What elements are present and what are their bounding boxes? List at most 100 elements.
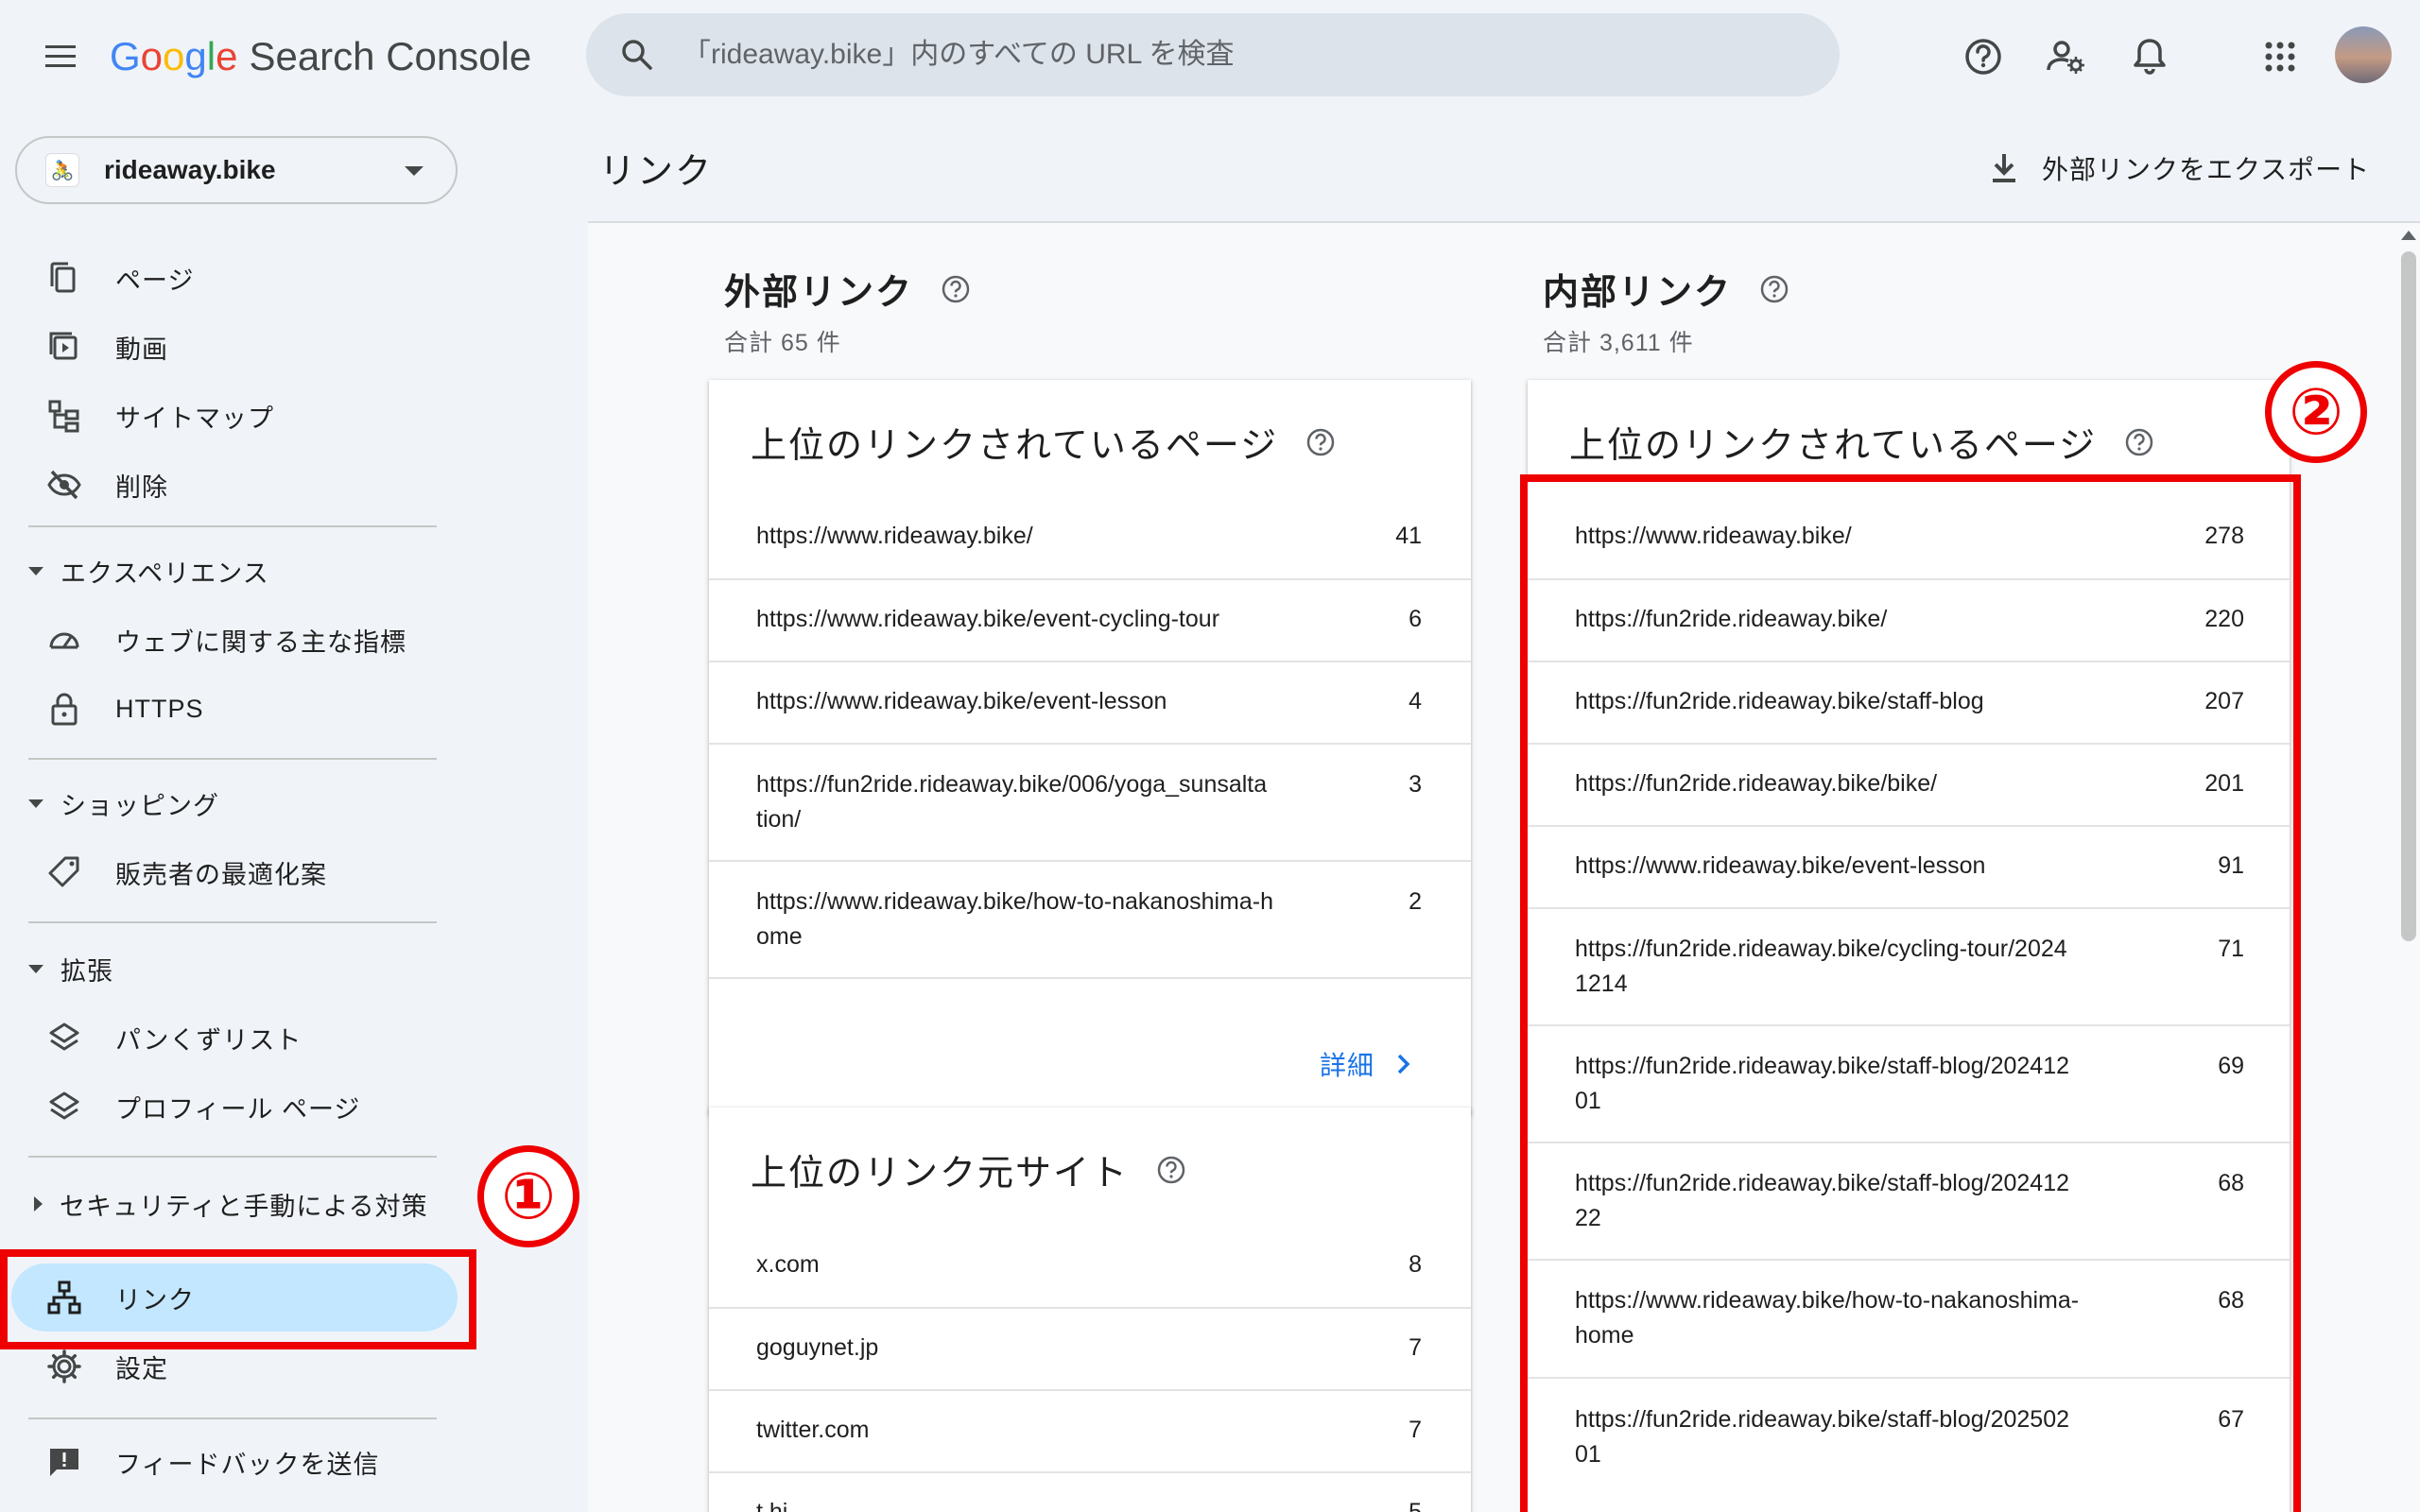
sidebar-item-merchant-opportunities[interactable]: 販売者の最適化案 <box>11 838 458 906</box>
sidebar-item-removals[interactable]: 削除 <box>11 451 458 519</box>
sidebar-item-label: 設定 <box>115 1354 168 1383</box>
expand-more-icon <box>28 964 43 973</box>
chevron-down-icon <box>405 166 424 176</box>
external-top-linking-sites-card: 上位のリンク元サイト x.com 8 goguynet.jp 7 twitter… <box>709 1108 1471 1512</box>
row-url: https://fun2ride.rideaway.bike/006/yoga_… <box>756 771 1268 833</box>
layers-icon <box>45 1019 83 1057</box>
annotation-badge-2: ② <box>2265 361 2367 463</box>
table-row[interactable]: https://www.rideaway.bike/ 41 <box>709 496 1471 578</box>
lock-icon <box>45 690 83 728</box>
gear-icon <box>45 1348 83 1385</box>
section-label: セキュリティと手動による対策 <box>60 1192 428 1221</box>
scrollbar-thumb[interactable] <box>2401 251 2416 941</box>
download-icon <box>1985 149 2023 187</box>
removals-icon <box>45 466 83 504</box>
row-count: 2 <box>1409 888 1422 915</box>
google-search-console-logo[interactable]: Google Search Console <box>110 28 531 85</box>
search-icon[interactable] <box>618 36 656 74</box>
menu-icon[interactable] <box>42 40 79 74</box>
help-icon[interactable] <box>1758 273 1790 305</box>
section-label: エクスペリエンス <box>60 558 269 588</box>
help-icon[interactable] <box>2123 426 2155 458</box>
sidebar-item-label: 動画 <box>115 335 168 364</box>
sidebar-item-core-web-vitals[interactable]: ウェブに関する主な指標 <box>11 606 458 674</box>
help-icon[interactable] <box>1305 426 1337 458</box>
row-count: 41 <box>1395 523 1422 549</box>
scrollbar[interactable] <box>2397 223 2420 1512</box>
section-security[interactable]: セキュリティと手動による対策 <box>28 1177 428 1230</box>
row-url: https://www.rideaway.bike/how-to-nakanos… <box>756 888 1274 950</box>
external-links-header: 外部リンク 合計 65 件 <box>724 263 972 358</box>
manage-users-icon[interactable] <box>2044 34 2089 79</box>
expand-more-icon <box>28 799 43 808</box>
table-row[interactable]: https://www.rideaway.bike/event-cycling-… <box>709 578 1471 661</box>
apps-grid-icon[interactable] <box>2257 34 2303 79</box>
property-selector[interactable]: 🚴 rideaway.bike <box>15 136 458 204</box>
sidebar-item-label: プロフィール ページ <box>115 1094 361 1124</box>
pages-icon <box>45 259 83 297</box>
table-row[interactable]: https://fun2ride.rideaway.bike/006/yoga_… <box>709 743 1471 860</box>
sidebar-item-label: HTTPS <box>115 694 204 723</box>
scroll-up-arrow[interactable] <box>2401 231 2416 240</box>
sidebar-item-label: 販売者の最適化案 <box>115 860 327 889</box>
section-label: 拡張 <box>60 956 113 986</box>
search-input[interactable] <box>683 39 1722 71</box>
row-url: https://www.rideaway.bike/event-lesson <box>756 688 1167 714</box>
sidebar-item-video[interactable]: 動画 <box>11 313 458 381</box>
row-count: 7 <box>1409 1417 1422 1443</box>
export-label: 外部リンクをエクスポート <box>2042 155 2371 184</box>
external-top-linked-pages-card: 上位のリンクされているページ https://www.rideaway.bike… <box>709 380 1471 1115</box>
row-count: 3 <box>1409 771 1422 798</box>
table-row[interactable]: goguynet.jp 7 <box>709 1307 1471 1389</box>
sidebar-item-label: パンくずリスト <box>115 1025 302 1055</box>
help-icon[interactable] <box>940 273 972 305</box>
logo-letter: l <box>206 34 216 78</box>
section-enhancements[interactable]: 拡張 <box>28 942 113 995</box>
row-url: https://www.rideaway.bike/ <box>756 523 1033 549</box>
logo-letter: g <box>184 34 207 78</box>
chevron-right-icon <box>34 1196 43 1211</box>
table-row[interactable]: https://www.rideaway.bike/how-to-nakanos… <box>709 860 1471 977</box>
section-label: ショッピング <box>60 791 219 820</box>
table-row[interactable]: twitter.com 7 <box>709 1389 1471 1471</box>
sidebar-item-breadcrumbs[interactable]: パンくずリスト <box>11 1004 458 1072</box>
sidebar-item-label: ページ <box>115 266 195 295</box>
sidebar-item-sitemap[interactable]: サイトマップ <box>11 382 458 450</box>
layers-icon <box>45 1088 83 1125</box>
sidebar-item-profile-page[interactable]: プロフィール ページ <box>11 1073 458 1141</box>
sidebar-divider <box>28 1156 437 1158</box>
table-row[interactable]: t.hi... 5 <box>709 1471 1471 1512</box>
row-count: 8 <box>1409 1251 1422 1278</box>
card-title: 上位のリンクされているページ <box>751 426 1279 466</box>
details-label: 詳細 <box>1319 1051 1374 1080</box>
sidebar-divider <box>28 758 437 760</box>
row-site: t.hi... <box>756 1499 808 1512</box>
card-title: 上位のリンクされているページ <box>1569 426 2098 466</box>
help-icon[interactable] <box>1961 34 2006 79</box>
sidebar-item-label: サイトマップ <box>115 404 274 433</box>
details-link[interactable]: 詳細 <box>1320 1045 1414 1083</box>
row-count: 7 <box>1409 1334 1422 1361</box>
table-row[interactable]: x.com 8 <box>709 1225 1471 1307</box>
avatar[interactable] <box>2335 26 2392 83</box>
internal-links-total: 合計 3,611 件 <box>1543 330 1694 356</box>
sitemap-icon <box>45 397 83 435</box>
sidebar-item-feedback[interactable]: フィードバックを送信 <box>11 1428 458 1496</box>
table-row[interactable]: https://www.rideaway.bike/event-lesson 4 <box>709 661 1471 743</box>
chevron-right-icon <box>1397 1054 1410 1074</box>
internal-links-header: 内部リンク 合計 3,611 件 <box>1543 263 1790 358</box>
expand-more-icon <box>28 566 43 576</box>
url-inspection-search[interactable] <box>586 13 1840 96</box>
row-url: https://www.rideaway.bike/event-cycling-… <box>756 606 1220 632</box>
sidebar-item-label: ウェブに関する主な指標 <box>115 627 406 657</box>
help-icon[interactable] <box>1155 1154 1187 1186</box>
sidebar-item-https[interactable]: HTTPS <box>11 675 458 743</box>
section-shopping[interactable]: ショッピング <box>28 777 219 830</box>
notifications-icon[interactable] <box>2127 34 2172 79</box>
export-external-links-button[interactable]: 外部リンクをエクスポート <box>1985 140 2370 197</box>
sidebar-item-pages[interactable]: ページ <box>11 244 458 312</box>
property-name: rideaway.bike <box>104 155 276 184</box>
logo-letter: o <box>140 34 164 78</box>
section-experience[interactable]: エクスペリエンス <box>28 544 269 597</box>
top-app-bar: Google Search Console <box>0 0 2420 115</box>
